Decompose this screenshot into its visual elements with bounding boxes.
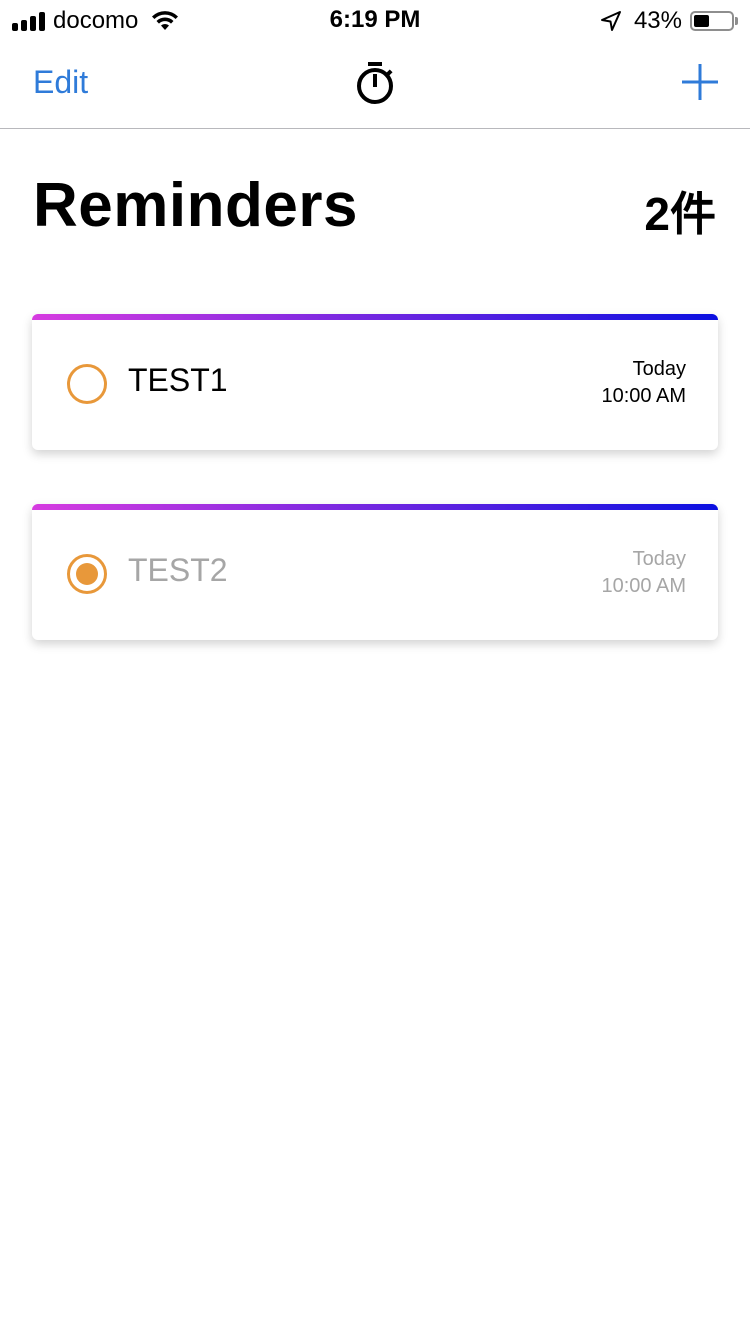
navigation-bar: Edit [0, 40, 750, 129]
reminder-title: TEST1 [128, 362, 228, 398]
reminder-time: 10:00 AM [601, 385, 686, 407]
reminder-card[interactable]: TEST1 Today 10:00 AM [32, 314, 718, 450]
reminder-day: Today [632, 358, 686, 380]
reminder-date: Today 10:00 AM [601, 546, 686, 600]
reminder-title: TEST2 [128, 552, 228, 588]
battery-fill [694, 15, 709, 27]
card-gradient-bar [32, 314, 718, 320]
plus-icon[interactable] [680, 62, 720, 102]
reminder-card[interactable]: TEST2 Today 10:00 AM [32, 504, 718, 640]
status-bar: docomo 6:19 PM 43% [0, 0, 750, 40]
stopwatch-icon[interactable] [355, 60, 395, 106]
radio-unchecked-icon[interactable] [67, 364, 107, 404]
battery-icon [690, 11, 734, 31]
reminders-screen: docomo 6:19 PM 43% Edit Reminders 2件 TES… [0, 0, 750, 1334]
radio-checked-icon[interactable] [67, 554, 107, 594]
reminder-day: Today [632, 548, 686, 570]
reminder-time: 10:00 AM [601, 575, 686, 597]
card-gradient-bar [32, 504, 718, 510]
radio-dot [76, 563, 98, 585]
location-arrow-icon [600, 11, 621, 31]
reminder-date: Today 10:00 AM [601, 356, 686, 410]
status-right: 43% [600, 6, 738, 36]
battery-tip [735, 17, 738, 25]
page-title: Reminders [33, 171, 358, 240]
battery-percent: 43% [633, 7, 682, 34]
edit-button[interactable]: Edit [33, 64, 88, 101]
reminder-count: 2件 [644, 188, 716, 240]
